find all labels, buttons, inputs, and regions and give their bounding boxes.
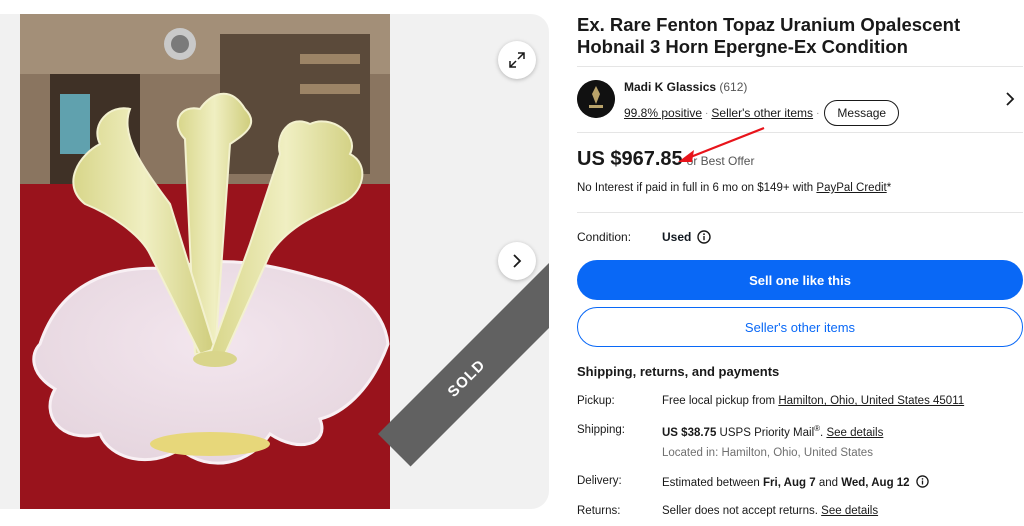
seller-avatar[interactable] xyxy=(577,80,615,118)
shipping-see-details-link[interactable]: See details xyxy=(826,427,883,439)
seller-logo-icon xyxy=(577,80,615,118)
item-price: US $967.85 xyxy=(577,148,683,170)
pickup-text: Free local pickup from xyxy=(662,395,779,407)
info-icon[interactable] xyxy=(916,475,929,488)
seller-name[interactable]: Madi K Glassics xyxy=(624,80,716,94)
pickup-label: Pickup: xyxy=(577,395,615,407)
separator-dot: · xyxy=(816,107,820,119)
delivery-prefix: Estimated between xyxy=(662,477,764,489)
shipping-section-heading: Shipping, returns, and payments xyxy=(577,364,780,379)
seller-links: 99.8% positive · Seller's other items · … xyxy=(624,100,900,126)
sold-label: SOLD xyxy=(444,355,489,401)
delivery-end: Wed, Aug 12 xyxy=(841,477,910,489)
expand-image-button[interactable] xyxy=(498,41,536,79)
divider xyxy=(577,66,1023,67)
delivery-start: Fri, Aug 7 xyxy=(763,477,816,489)
sell-one-like-this-button[interactable]: Sell one like this xyxy=(577,260,1023,300)
annotation-arrow-icon xyxy=(678,126,765,162)
pickup-value: Free local pickup from Hamilton, Ohio, U… xyxy=(662,395,1022,407)
divider xyxy=(577,132,1023,133)
next-image-button[interactable] xyxy=(498,242,536,280)
returns-label: Returns: xyxy=(577,505,621,517)
item-title: Ex. Rare Fenton Topaz Uranium Opalescent… xyxy=(577,14,961,57)
epergne-photo-illustration xyxy=(20,14,390,509)
shipping-value: US $38.75 USPS Priority Mail®. See detai… xyxy=(662,424,1022,439)
financing-asterisk: * xyxy=(886,182,892,194)
delivery-value: Estimated between Fri, Aug 7 and Wed, Au… xyxy=(662,475,1022,489)
returns-value: Seller does not accept returns. See deta… xyxy=(662,505,1022,517)
returns-text: Seller does not accept returns. xyxy=(662,505,822,517)
located-in-text: Located in: Hamilton, Ohio, United State… xyxy=(662,447,873,459)
chevron-right-icon xyxy=(1006,92,1015,106)
delivery-label: Delivery: xyxy=(577,475,622,487)
returns-see-details-link[interactable]: See details xyxy=(821,505,878,517)
expand-arrows-icon xyxy=(509,52,525,68)
seller-feedback-count: (612) xyxy=(719,80,748,94)
pickup-location-link[interactable]: Hamilton, Ohio, United States 45011 xyxy=(778,395,964,407)
shipping-cost: US $38.75 xyxy=(662,426,717,439)
delivery-and: and xyxy=(815,477,842,489)
seller-other-items-link[interactable]: Seller's other items xyxy=(711,106,813,120)
seller-name-line: Madi K Glassics (612) xyxy=(624,80,747,94)
seller-positive-link[interactable]: 99.8% positive xyxy=(624,106,702,120)
sellers-other-items-button[interactable]: Seller's other items xyxy=(577,307,1023,347)
financing-text: No Interest if paid in full in 6 mo on $… xyxy=(577,182,891,194)
condition-label: Condition: xyxy=(577,230,632,244)
divider xyxy=(577,212,1023,213)
seller-expand-chevron[interactable] xyxy=(1005,92,1015,111)
item-photo[interactable] xyxy=(20,14,390,509)
condition-row: Condition: Used xyxy=(577,230,712,244)
condition-value: Used xyxy=(662,230,692,244)
paypal-credit-link[interactable]: PayPal Credit xyxy=(816,182,886,194)
seller-card[interactable]: Madi K Glassics (612) 99.8% positive · S… xyxy=(577,78,1023,126)
separator-dot: · xyxy=(705,107,709,119)
message-seller-button[interactable]: Message xyxy=(824,100,900,126)
info-icon[interactable] xyxy=(697,230,712,244)
image-gallery: SOLD xyxy=(0,14,549,509)
shipping-label: Shipping: xyxy=(577,424,625,436)
shipping-method: USPS Priority Mail xyxy=(716,426,815,439)
financing-copy: No Interest if paid in full in 6 mo on $… xyxy=(577,182,817,194)
chevron-right-icon xyxy=(513,254,522,268)
